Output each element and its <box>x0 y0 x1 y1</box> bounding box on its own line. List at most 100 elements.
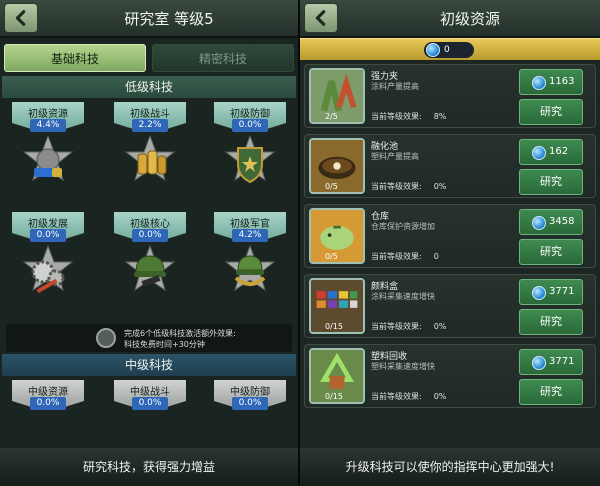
effect-value: 0 <box>433 252 439 261</box>
magnifier-icon <box>96 328 116 348</box>
back-button[interactable] <box>4 3 38 33</box>
tech-medal-basic-core[interactable]: 初级核心 0.0% <box>110 212 190 312</box>
page-title: 研究室 等级5 <box>124 10 214 28</box>
instant-upgrade-button[interactable]: 3458 <box>519 209 583 235</box>
tech-description: 涂料采集速度增快 <box>371 292 435 301</box>
tech-description: 涂料产量提高 <box>371 82 419 91</box>
resource-bar: 0 <box>300 38 600 60</box>
tech-tabs: 基础科技 精密科技 <box>4 44 294 72</box>
bonus-line-2: 科技免费时间+30分钟 <box>124 340 205 349</box>
tab-precision-tech[interactable]: 精密科技 <box>152 44 294 72</box>
tech-description: 仓库保护资源增加 <box>371 222 435 231</box>
melting-pot-icon: 0/5 <box>309 138 365 194</box>
tech-name: 初级发展 <box>28 219 68 230</box>
back-button[interactable] <box>304 3 338 33</box>
instant-upgrade-button[interactable]: 1163 <box>519 69 583 95</box>
research-button[interactable]: 研究 <box>519 239 583 265</box>
section-basic-tech: 低级科技 <box>2 76 296 98</box>
tech-level: 0/15 <box>325 322 343 331</box>
resource-counter: 0 <box>424 42 474 58</box>
instant-upgrade-button[interactable]: 3771 <box>519 279 583 305</box>
tech-percent: 0.0% <box>132 397 168 410</box>
shield-medal-icon <box>224 134 276 184</box>
right-header: 初级资源 <box>300 0 600 38</box>
battery-medal-icon <box>22 134 74 182</box>
tech-percent: 4.2% <box>232 229 268 242</box>
tech-level: 0/15 <box>325 392 343 401</box>
tech-medal-basic-defense[interactable]: 初级防御 0.0% <box>210 102 290 202</box>
tech-percent: 0.0% <box>30 229 66 242</box>
gem-icon <box>532 216 546 230</box>
tech-card-melting-pot: 0/5 融化池 塑料产量提高 当前等级效果: 0% 162 研究 <box>304 134 596 198</box>
helmet-medal-icon <box>124 244 176 292</box>
tech-effect: 当前等级效果: 0% <box>371 322 447 331</box>
tech-percent: 4.4% <box>30 119 66 132</box>
gem-icon <box>532 76 546 90</box>
instant-upgrade-button[interactable]: 3771 <box>519 349 583 375</box>
tech-name: 初级核心 <box>130 219 170 230</box>
bonus-info: 完成6个低级科技激活额外效果: 科技免费时间+30分钟 <box>6 324 292 352</box>
tech-percent: 0.0% <box>132 229 168 242</box>
tech-card-paint-box: 0/15 颜料盒 涂料采集速度增快 当前等级效果: 0% 3771 研究 <box>304 274 596 338</box>
piggy-bank-icon: 0/5 <box>309 208 365 264</box>
tech-name: 中级战斗 <box>130 387 170 398</box>
tech-effect: 当前等级效果: 0% <box>371 182 447 191</box>
gem-cost: 3458 <box>549 216 575 227</box>
basic-resource-panel: 初级资源 0 2/5 强力夹 涂料产量提高 当前等级效果: 8% 1163 研究 … <box>300 0 600 486</box>
left-header: 研究室 等级5 <box>0 0 298 38</box>
gem-icon <box>532 146 546 160</box>
gears-medal-icon <box>22 244 74 294</box>
gem-icon <box>532 286 546 300</box>
tech-medal-basic-resource[interactable]: 初级资源 4.4% <box>8 102 88 202</box>
gem-icon <box>426 43 440 57</box>
paint-box-icon: 0/15 <box>309 278 365 334</box>
chevron-left-icon <box>315 10 326 26</box>
tech-medal-basic-combat[interactable]: 初级战斗 2.2% <box>110 102 190 202</box>
section-mid-tech: 中级科技 <box>2 354 296 376</box>
effect-value: 8% <box>433 112 447 121</box>
tab-basic-tech[interactable]: 基础科技 <box>4 44 146 72</box>
clamp-icon: 2/5 <box>309 68 365 124</box>
gem-cost: 1163 <box>549 76 575 87</box>
gem-cost: 3771 <box>549 356 575 367</box>
tech-name: 中级资源 <box>28 387 68 398</box>
effect-value: 0% <box>433 182 447 191</box>
instant-upgrade-button[interactable]: 162 <box>519 139 583 165</box>
page-title: 初级资源 <box>439 10 500 28</box>
research-button[interactable]: 研究 <box>519 99 583 125</box>
tech-medal-basic-development[interactable]: 初级发展 0.0% <box>8 212 88 312</box>
tech-description: 塑料产量提高 <box>371 152 419 161</box>
tech-effect: 当前等级效果: 0 <box>371 252 439 261</box>
tech-percent: 2.2% <box>132 119 168 132</box>
tech-percent: 0.0% <box>232 397 268 410</box>
bonus-line-1: 完成6个低级科技激活额外效果: <box>124 329 236 338</box>
tech-name: 初级战斗 <box>130 109 170 120</box>
right-footer-hint: 升级科技可以使你的指挥中心更加强大! <box>300 448 600 486</box>
tech-level: 0/5 <box>325 252 338 261</box>
tech-effect: 当前等级效果: 0% <box>371 392 447 401</box>
tech-level: 2/5 <box>325 112 338 121</box>
tech-name: 初级资源 <box>28 109 68 120</box>
effect-value: 0% <box>433 392 447 401</box>
left-footer-hint: 研究科技，获得强力增益 <box>0 448 298 486</box>
research-button[interactable]: 研究 <box>519 379 583 405</box>
tech-name: 初级防御 <box>230 109 270 120</box>
tech-card-clamp: 2/5 强力夹 涂料产量提高 当前等级效果: 8% 1163 研究 <box>304 64 596 128</box>
tech-name: 中级防御 <box>230 387 270 398</box>
gem-cost: 162 <box>549 146 569 157</box>
tech-name: 初级军官 <box>230 219 270 230</box>
tech-card-plastic-recycle: 0/15 塑料回收 塑料采集速度增快 当前等级效果: 0% 3771 研究 <box>304 344 596 408</box>
tech-level: 0/5 <box>325 182 338 191</box>
tech-percent: 0.0% <box>30 397 66 410</box>
research-button[interactable]: 研究 <box>519 309 583 335</box>
tech-description: 塑料采集速度增快 <box>371 362 435 371</box>
recycle-icon: 0/15 <box>309 348 365 404</box>
tech-percent: 0.0% <box>232 119 268 132</box>
ammo-medal-icon <box>124 134 176 182</box>
research-button[interactable]: 研究 <box>519 169 583 195</box>
tech-card-warehouse: 0/5 仓库 仓库保护资源增加 当前等级效果: 0 3458 研究 <box>304 204 596 268</box>
gem-cost: 3771 <box>549 286 575 297</box>
tech-medal-basic-officer[interactable]: 初级军官 4.2% <box>210 212 290 312</box>
research-lab-panel: 研究室 等级5 基础科技 精密科技 低级科技 初级资源 4.4% 初级战斗 2.… <box>0 0 298 486</box>
officer-helmet-medal-icon <box>224 244 276 292</box>
